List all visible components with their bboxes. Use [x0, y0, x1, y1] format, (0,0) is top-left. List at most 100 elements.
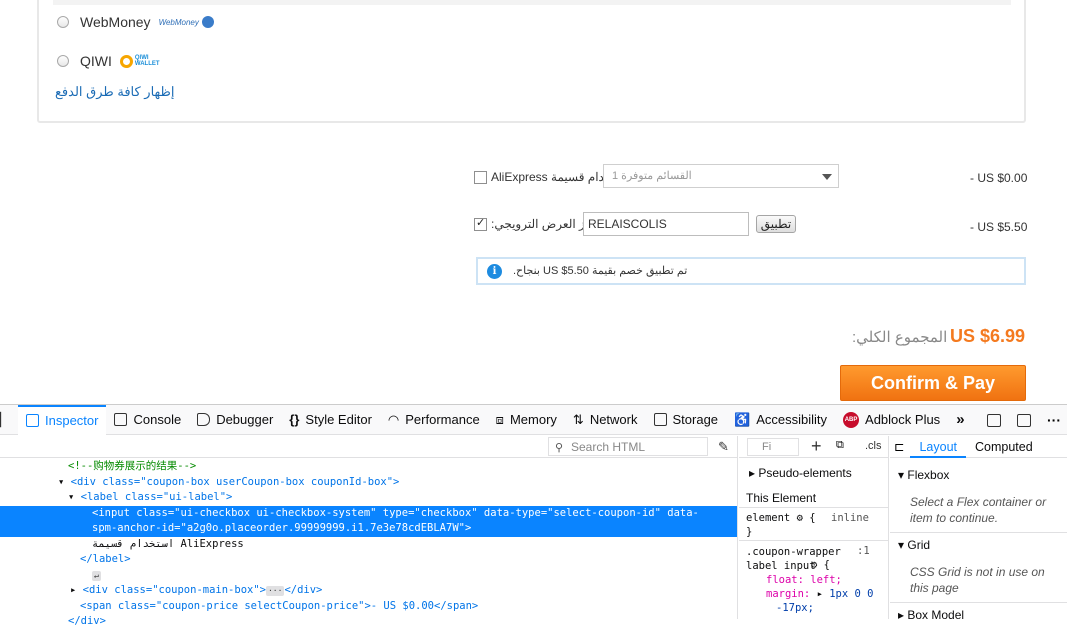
markup-line[interactable]: استخدام قسيمة AliExpress	[0, 537, 737, 553]
tab-label: Storage	[672, 412, 719, 427]
chevron-down-icon	[822, 174, 832, 180]
ali-coupon-checkbox[interactable]	[474, 170, 487, 184]
promo-code-input[interactable]: RELAISCOLIS	[583, 212, 749, 236]
tab-memory[interactable]: ⧈ Memory	[488, 405, 565, 435]
flexbox-section-header[interactable]: ▾ Flexbox	[890, 468, 1067, 482]
markup-line[interactable]: ↵	[0, 568, 737, 584]
webmoney-logo-text: WebMoney	[158, 17, 199, 27]
promo-success-text: تم تطبيق خصم بقيمة US $5.50 بنجاح.	[513, 265, 688, 277]
promo-checkbox[interactable]	[474, 216, 487, 231]
tab-inspector[interactable]: Inspector	[18, 404, 107, 435]
sidebar-tabs: ⊏ Layout Computed	[890, 436, 1067, 458]
webmoney-radio[interactable]	[57, 16, 69, 28]
devtools-toolbar-right: ···	[987, 405, 1067, 435]
confirm-pay-button[interactable]: Confirm & Pay	[840, 365, 1026, 401]
info-icon: i	[487, 264, 502, 279]
box-model-section-header[interactable]: ▸ Box Model	[890, 608, 1067, 622]
dock-icon[interactable]	[987, 413, 1001, 427]
filter-placeholder: Fi	[762, 441, 772, 453]
responsive-icon[interactable]	[1017, 413, 1031, 427]
ali-coupon-price: - US $0.00	[970, 171, 1028, 185]
rules-toolbar: Fi + ⧉ .cls	[739, 436, 888, 458]
this-element-header: This Element	[746, 491, 817, 505]
pick-element-icon[interactable]: ▏	[0, 405, 18, 435]
markup-line[interactable]: <!--购物券展示的结果-->	[0, 459, 737, 475]
eyedropper-icon[interactable]: ✎	[718, 439, 729, 455]
qiwi-logo: QIWI WALLET	[119, 54, 160, 68]
rule-gear-icon[interactable]: ⚙ {	[811, 559, 830, 571]
cls-toggle[interactable]: .cls	[865, 440, 882, 452]
sidebar-toggle-icon[interactable]: ⊏	[890, 439, 910, 454]
float-declaration[interactable]: float: left;	[766, 574, 842, 586]
inspector-icon	[26, 414, 39, 427]
markup-line[interactable]: </div>	[0, 614, 737, 630]
total-label: المجموع الكلي:	[852, 329, 948, 346]
tab-label: Style Editor	[305, 412, 372, 427]
margin-declaration[interactable]: margin: ▸ 1px 0 0	[766, 588, 874, 600]
tab-adblock-plus[interactable]: ABP Adblock Plus	[835, 405, 948, 435]
webmoney-label: WebMoney	[80, 14, 151, 30]
tab-debugger[interactable]: Debugger	[189, 405, 281, 435]
add-rule-icon[interactable]: +	[811, 436, 822, 457]
divider	[739, 507, 889, 508]
collapsed-children-badge[interactable]: ···	[265, 586, 285, 596]
code-tag: <div class="coupon-box userCoupon-box co…	[70, 475, 400, 488]
tab-network[interactable]: ⇅ Network	[565, 405, 646, 435]
webmoney-logo: WebMoney	[159, 16, 214, 28]
markup-toolbar: ⚲ Search HTML ✎	[0, 436, 737, 458]
ali-coupon-select-value: القسائم متوفرة 1	[612, 170, 692, 182]
tab-label: Console	[133, 412, 182, 427]
qiwi-radio[interactable]	[57, 55, 69, 67]
debugger-icon	[197, 413, 211, 426]
toggle-pseudo-icon[interactable]: ⧉	[836, 439, 844, 452]
tab-computed[interactable]: Computed	[966, 436, 1042, 458]
tab-layout[interactable]: Layout	[910, 436, 967, 458]
grid-section-header[interactable]: ▾ Grid	[890, 538, 1067, 552]
payment-method-qiwi[interactable]: QIWI QIWI WALLET	[57, 51, 160, 71]
payment-method-webmoney[interactable]: WebMoney WebMoney	[57, 12, 214, 32]
promo-row: رمز العرض الترويجي:	[474, 216, 598, 231]
memory-icon: ⧈	[495, 411, 504, 427]
qiwi-logo-text: QIWI WALLET	[134, 55, 160, 67]
more-options-icon[interactable]: ···	[1047, 412, 1061, 428]
markup-line[interactable]: ▾ <label class="ui-label">	[0, 490, 737, 506]
box-model-title: Box Model	[907, 608, 965, 622]
search-placeholder: Search HTML	[571, 440, 646, 454]
filter-styles-input[interactable]: Fi	[747, 438, 799, 456]
tab-accessibility[interactable]: ♿ Accessibility	[726, 405, 835, 435]
apply-promo-button[interactable]: تطبيق	[756, 215, 796, 233]
ali-coupon-select[interactable]: القسائم متوفرة 1	[603, 164, 839, 188]
inline-source[interactable]: inline	[831, 512, 869, 524]
rule-source[interactable]: :1	[857, 545, 870, 557]
rule-close: }	[746, 526, 753, 538]
tab-style-editor[interactable]: {} Style Editor	[281, 405, 380, 435]
code-tag: <span class="coupon-price selectCoupon-p…	[80, 599, 479, 612]
margin-value-cont: -17px;	[776, 602, 814, 614]
divider	[890, 602, 1067, 603]
element-rule[interactable]: element ⚙ {	[746, 512, 816, 524]
show-all-payment-methods-link[interactable]: إظهار كافة طرق الدفع	[55, 84, 175, 100]
code-tag: <div class="coupon-main-box">	[82, 584, 266, 596]
promo-success-message: i تم تطبيق خصم بقيمة US $5.50 بنجاح.	[476, 257, 1026, 285]
tab-label: Inspector	[45, 413, 99, 428]
tab-storage[interactable]: Storage	[646, 405, 727, 435]
pseudo-elements-toggle[interactable]: ▸ Pseudo-elements	[749, 466, 852, 480]
storage-icon	[653, 413, 667, 426]
promo-label: رمز العرض الترويجي:	[491, 217, 598, 231]
code-tag: </div>	[284, 584, 323, 596]
network-icon: ⇅	[572, 411, 584, 427]
markup-line-selected[interactable]: <input class="ui-checkbox ui-checkbox-sy…	[0, 505, 737, 537]
devtools-panel: ▏ Inspector Console Debugger {} Style Edi…	[0, 404, 1067, 627]
divider	[739, 540, 889, 541]
more-tabs-icon[interactable]: »	[948, 405, 972, 435]
rules-view: Fi + ⧉ .cls ▸ Pseudo-elements This Eleme…	[739, 436, 889, 619]
tab-console[interactable]: Console	[106, 405, 189, 435]
markup-line[interactable]: ▾ <div class="coupon-box userCoupon-box …	[0, 475, 737, 491]
search-html-input[interactable]: ⚲ Search HTML	[548, 437, 708, 456]
code-text: استخدام قسيمة AliExpress	[92, 537, 244, 550]
code-tag: </div>	[68, 615, 106, 627]
tab-performance[interactable]: ◠ Performance	[380, 405, 488, 435]
markup-line[interactable]: </label>	[0, 552, 737, 568]
markup-line[interactable]: <span class="coupon-price selectCoupon-p…	[0, 599, 737, 615]
markup-line[interactable]: ▸ <div class="coupon-main-box"> ··· </div>	[0, 583, 737, 599]
